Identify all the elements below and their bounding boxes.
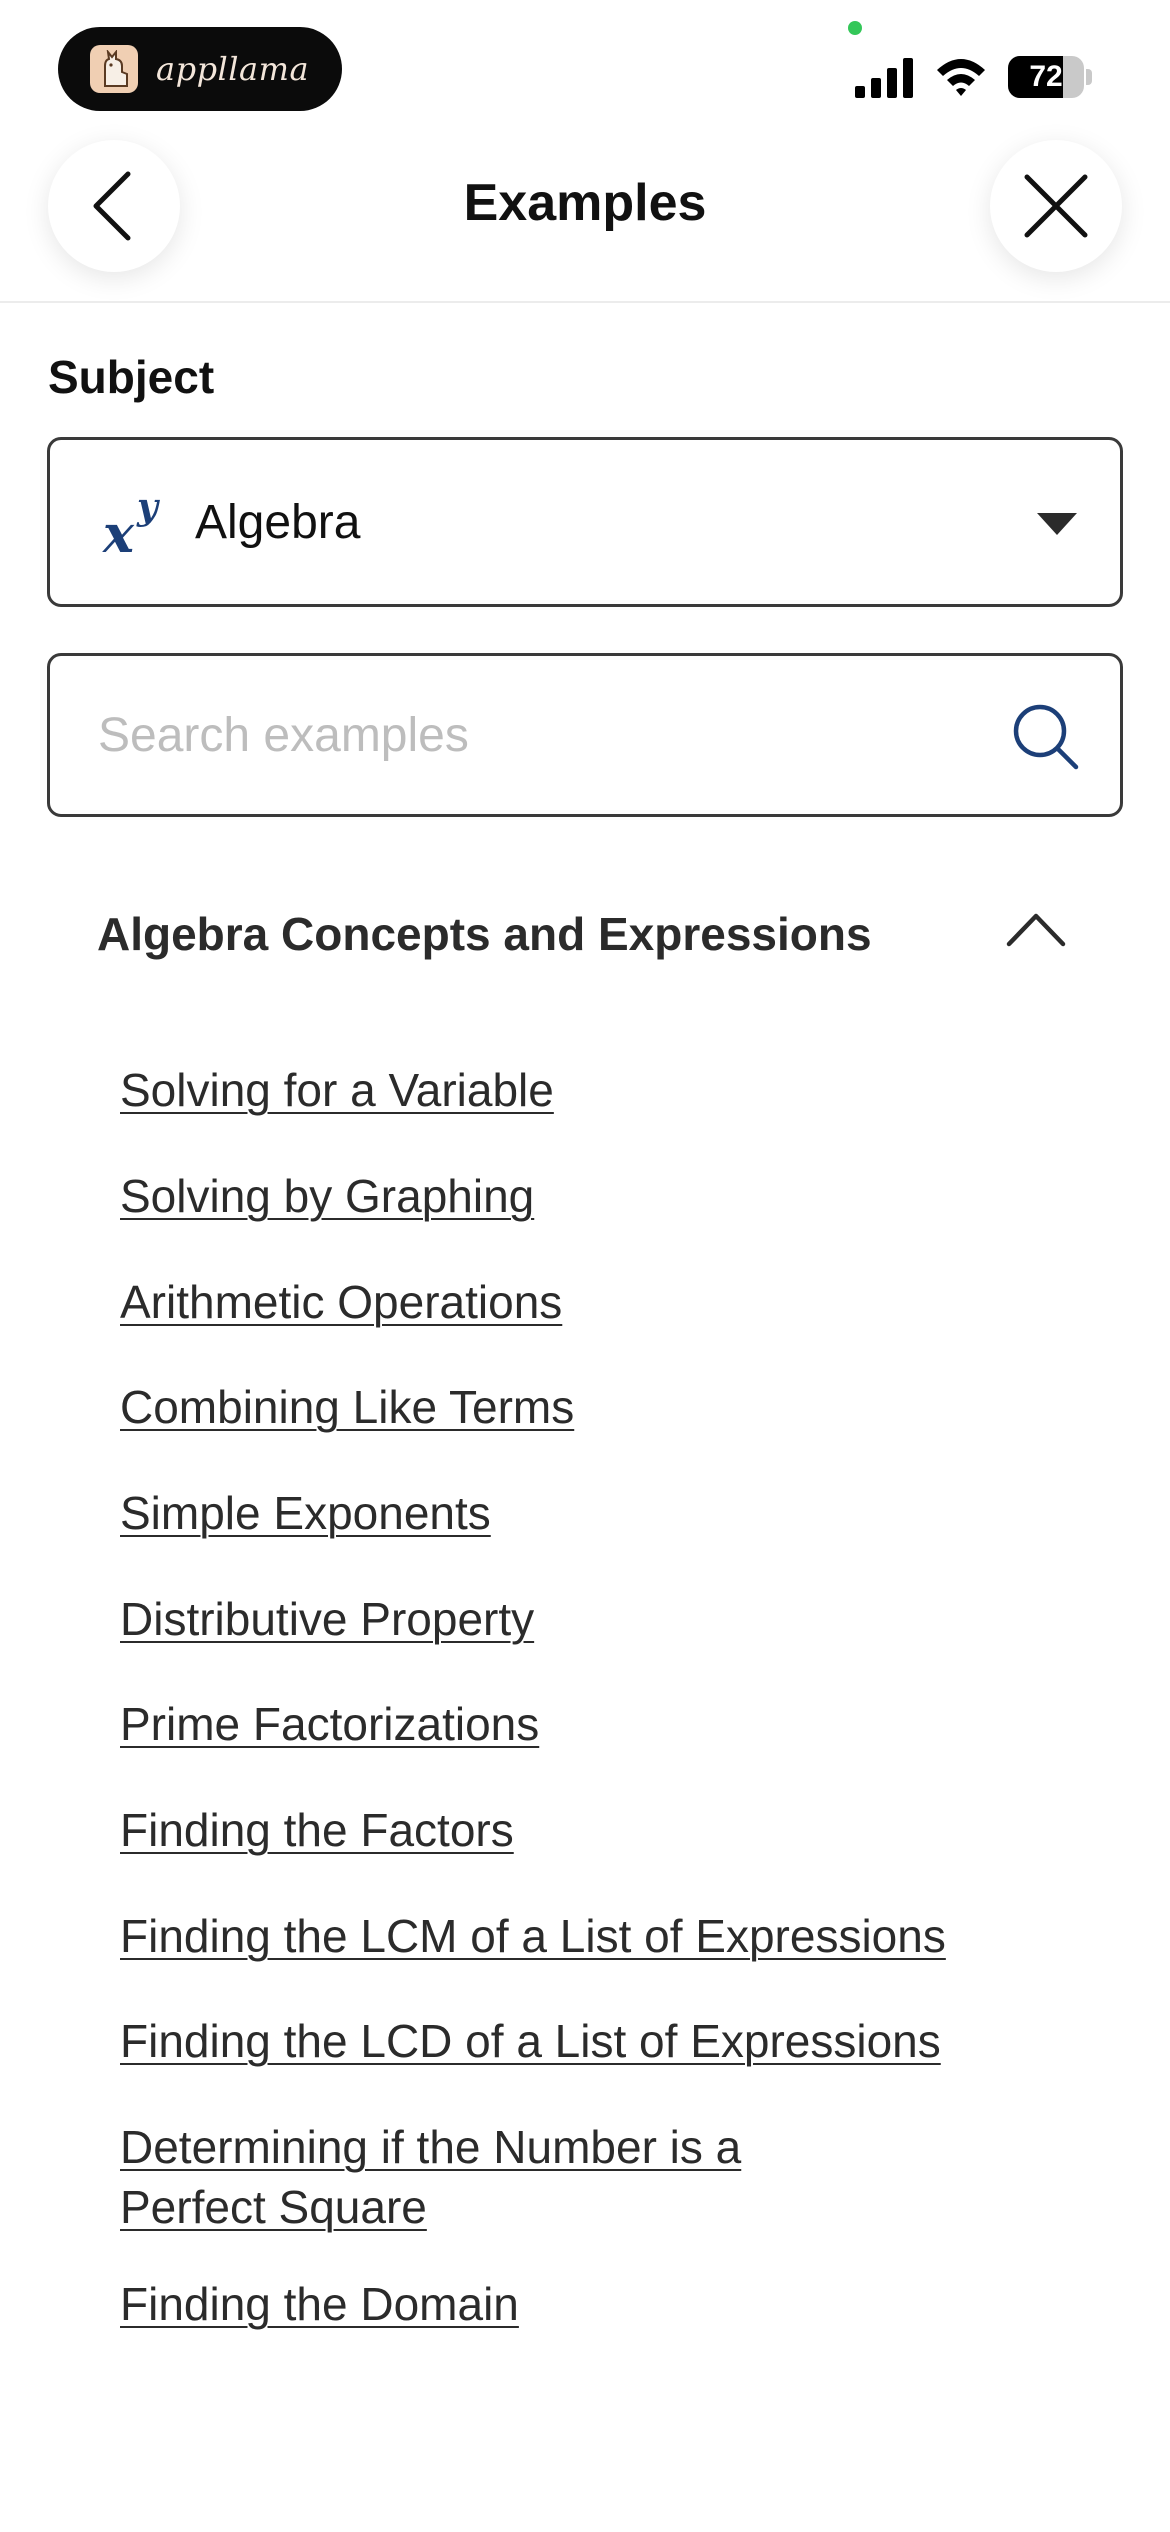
example-link[interactable]: Finding the Domain <box>120 2274 519 2334</box>
wifi-icon <box>937 59 985 96</box>
list-item: Arithmetic Operations <box>120 1272 1050 1332</box>
example-link[interactable]: Simple Exponents <box>120 1483 491 1543</box>
example-link[interactable]: Finding the LCM of a List of Expressions <box>120 1906 946 1966</box>
example-link[interactable]: Solving by Graphing <box>120 1166 534 1226</box>
section-header-accordion[interactable]: Algebra Concepts and Expressions <box>97 890 1077 980</box>
list-item: Finding the LCM of a List of Expressions <box>120 1906 1050 1966</box>
search-icon[interactable] <box>1010 701 1082 773</box>
close-icon <box>1024 174 1088 238</box>
list-item: Finding the LCD of a List of Expressions <box>120 2011 1050 2071</box>
example-link[interactable]: Determining if the Number is a Perfect S… <box>120 2117 840 2237</box>
app-indicator-pill[interactable]: appllama <box>58 27 342 111</box>
list-item: Prime Factorizations <box>120 1694 1050 1754</box>
list-item: Determining if the Number is a Perfect S… <box>120 2117 840 2237</box>
algebra-icon-base: x <box>103 504 135 565</box>
search-box[interactable] <box>47 653 1123 817</box>
search-input[interactable] <box>98 700 978 770</box>
battery-level: 72 <box>1029 60 1063 93</box>
nav-header: Examples <box>0 130 1170 303</box>
algebra-icon: x y <box>103 486 167 565</box>
battery-icon: 72 <box>1008 56 1092 98</box>
subject-value: Algebra <box>195 496 361 549</box>
list-item: Combining Like Terms <box>120 1377 1050 1437</box>
subject-dropdown[interactable]: x y Algebra <box>47 437 1123 607</box>
status-bar: appllama 72 <box>0 0 1170 130</box>
chevron-up-icon[interactable] <box>1005 910 1067 950</box>
caret-down-icon <box>1037 513 1077 535</box>
list-item: Finding the Factors <box>120 1800 1050 1860</box>
list-item: Distributive Property <box>120 1589 1050 1649</box>
example-link[interactable]: Finding the Factors <box>120 1800 514 1860</box>
example-link[interactable]: Prime Factorizations <box>120 1694 539 1754</box>
example-link[interactable]: Finding the LCD of a List of Expressions <box>120 2011 941 2071</box>
list-item: Finding the Domain <box>120 2274 1050 2334</box>
list-item: Solving by Graphing <box>120 1166 1050 1226</box>
section-title: Algebra Concepts and Expressions <box>97 908 872 960</box>
example-link[interactable]: Arithmetic Operations <box>120 1272 562 1332</box>
example-link[interactable]: Solving for a Variable <box>120 1060 554 1120</box>
list-item: Simple Exponents <box>120 1483 1050 1543</box>
llama-logo-icon <box>90 45 138 93</box>
app-name: appllama <box>156 50 310 88</box>
privacy-indicator-dot <box>848 21 862 35</box>
close-button[interactable] <box>990 140 1122 272</box>
cellular-signal-icon <box>855 58 913 98</box>
example-link[interactable]: Combining Like Terms <box>120 1377 574 1437</box>
list-item: Solving for a Variable <box>120 1060 1050 1120</box>
example-link[interactable]: Distributive Property <box>120 1589 534 1649</box>
algebra-icon-exponent: y <box>137 486 158 528</box>
subject-label: Subject <box>48 351 215 403</box>
